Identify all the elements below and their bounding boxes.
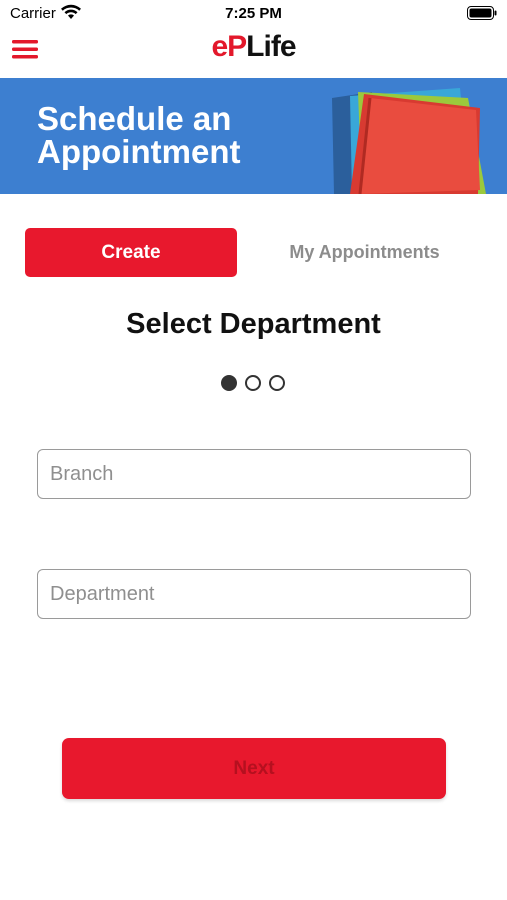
- logo-p: P: [227, 30, 247, 63]
- next-button[interactable]: Next: [62, 738, 446, 799]
- eplife-logo: ePLife: [0, 30, 507, 64]
- step-indicator: [221, 375, 291, 391]
- step-dot-1: [221, 375, 237, 391]
- banner-title-line1: Schedule an: [37, 100, 232, 137]
- branch-field[interactable]: [37, 449, 471, 499]
- tab-my-appointments[interactable]: My Appointments: [262, 228, 467, 277]
- nav-bar: ePLife: [0, 28, 507, 78]
- banner-title-line2: Appointment: [37, 133, 241, 170]
- step-dot-2: [245, 375, 261, 391]
- schedule-banner: Schedule an Appointment: [0, 78, 507, 194]
- step-dot-3: [269, 375, 285, 391]
- battery-icon: [467, 6, 497, 20]
- tab-create[interactable]: Create: [25, 228, 237, 277]
- page-title: Select Department: [126, 308, 381, 340]
- banner-title: Schedule an Appointment: [37, 102, 297, 168]
- status-bar: Carrier 7:25 PM: [0, 0, 507, 28]
- logo-e: e: [211, 30, 228, 63]
- status-time: 7:25 PM: [225, 5, 282, 22]
- department-field[interactable]: [37, 569, 471, 619]
- books-illustration: [332, 88, 486, 194]
- logo-life: Life: [246, 30, 296, 63]
